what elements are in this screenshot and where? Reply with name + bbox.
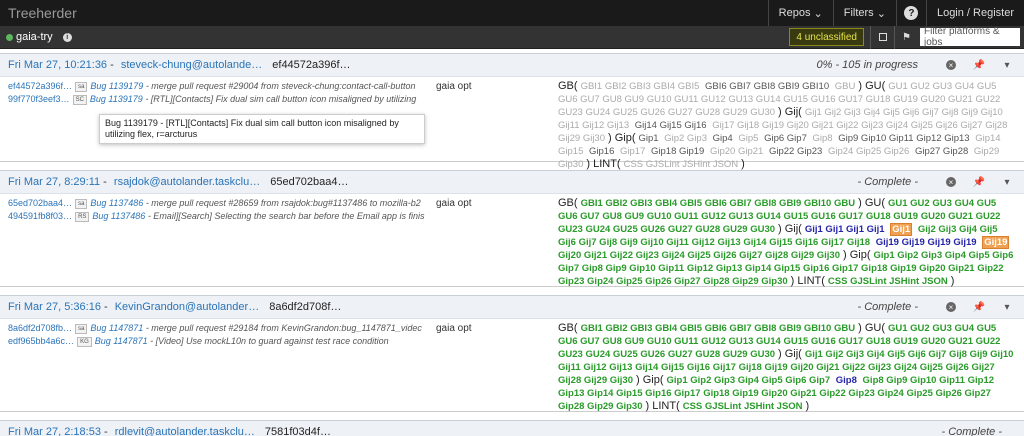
push-status: - Complete - [857, 176, 918, 188]
menu-button[interactable]: ▾ [998, 60, 1016, 71]
push-date-link[interactable]: Fri Mar 27, 8:29:11 [8, 176, 100, 188]
chevron-down-icon: ⌄ [876, 7, 886, 20]
close-icon: × [946, 177, 956, 187]
push-author-link[interactable]: KevinGrandon@autolander… [115, 301, 259, 313]
push-header: Fri Mar 27, 8:29:11 - rsajdok@autolander… [0, 170, 1024, 194]
brand-logo[interactable]: Treeherder [0, 5, 768, 21]
push-body: ef44572a396f… sa Bug 1139179 - merge pull … [0, 77, 1024, 171]
push-body: 65ed702baa4… sa Bug 1137486 - merge pull r… [0, 194, 1024, 288]
platform-name: gaia opt [436, 81, 472, 92]
cancel-button[interactable]: × [942, 302, 960, 312]
repo-bar: gaia-try i 4 unclassified ⚑ Filter platfo… [0, 25, 1024, 49]
author-initials-badge: sa [75, 324, 88, 334]
job-list: GB(GBI1 GBI2 GBI3 GBI4 GBI5 GBI6 GBI7 GB… [558, 322, 1014, 412]
author-initials-badge: SC [72, 95, 87, 105]
push-date-link[interactable]: Fri Mar 27, 10:21:36 [8, 59, 107, 71]
flag-button[interactable]: ⚑ [894, 25, 918, 49]
info-icon[interactable]: i [62, 32, 72, 42]
push: Fri Mar 27, 8:29:11 - rsajdok@autolander… [0, 170, 1024, 287]
pin-icon: 📌 [972, 59, 986, 71]
unclassified-button[interactable]: 4 unclassified [789, 28, 864, 46]
push: Fri Mar 27, 5:36:16 - KevinGrandon@autol… [0, 295, 1024, 412]
revision-hash-link[interactable]: 99f770f3eef3… [8, 94, 70, 104]
flag-icon: ⚑ [902, 31, 911, 43]
push-revision: 7581f03d4f… [264, 426, 331, 436]
pin-button[interactable]: 📌 [970, 60, 988, 71]
top-navbar: Treeherder Repos ⌄ Filters ⌄ ? Login / R… [0, 0, 1024, 26]
checkbox-toggle[interactable] [870, 25, 894, 49]
revision-hash-link[interactable]: 65ed702baa4… [8, 198, 72, 208]
platform-name: gaia opt [436, 323, 472, 334]
revision-hash-link[interactable]: 8a6df2d708fb… [8, 323, 72, 333]
revision-hash-link[interactable]: edf965bb4a6c… [8, 336, 74, 346]
caret-down-icon: ▾ [1004, 301, 1010, 313]
caret-down-icon: ▾ [1004, 176, 1010, 188]
status-dot-icon [6, 33, 13, 41]
repos-menu[interactable]: Repos ⌄ [767, 0, 833, 26]
push-header: Fri Mar 27, 2:18:53 - rdlevit@autolander… [0, 420, 1024, 436]
revision-item: edf965bb4a6c… KG Bug 1147871 - [Video] Use… [8, 336, 389, 347]
question-icon: ? [904, 6, 919, 20]
job-list: GB(GBI1 GBI2 GBI3 GBI4 GBI5 GBI6 GBI7 GB… [558, 197, 1014, 287]
revision-item: 99f770f3eef3… SC Bug 1139179 - [RTL][Conta… [8, 94, 417, 105]
author-initials-badge: sa [75, 82, 88, 92]
author-initials-badge: RS [75, 212, 90, 222]
menu-button[interactable]: ▾ [998, 302, 1016, 313]
push-author-link[interactable]: steveck-chung@autolande… [121, 59, 262, 71]
bug-link[interactable]: Bug 1147871 [95, 336, 148, 346]
bug-link[interactable]: Bug 1147871 [90, 323, 143, 333]
push-status: 0% - 105 in progress [816, 59, 919, 71]
close-icon: × [946, 302, 956, 312]
menu-button[interactable]: ▾ [998, 177, 1016, 188]
checkbox-icon [878, 33, 887, 41]
push-revision: 65ed702baa4… [270, 176, 349, 188]
revision-item: ef44572a396f… sa Bug 1139179 - merge pull … [8, 81, 416, 92]
filter-input[interactable]: Filter platforms & jobs [920, 26, 1020, 48]
bug-link[interactable]: Bug 1137486 [90, 198, 143, 208]
revision-list: 8a6df2d708fb… sa Bug 1147871 - merge pull … [0, 319, 428, 413]
push-status: - Complete - [857, 301, 918, 313]
bug-link[interactable]: Bug 1137486 [92, 211, 145, 221]
help-button[interactable]: ? [895, 0, 926, 26]
push-author-link[interactable]: rdlevit@autolander.taskclu… [115, 426, 255, 436]
author-initials-badge: KG [77, 337, 92, 347]
platform-name: gaia opt [436, 198, 472, 209]
login-button[interactable]: Login / Register [925, 0, 1024, 26]
revision-hash-link[interactable]: 494591fb8f03… [8, 211, 72, 221]
pin-icon: 📌 [972, 301, 986, 313]
bug-link[interactable]: Bug 1139179 [90, 94, 143, 104]
author-initials-badge: sa [75, 199, 88, 209]
pin-button[interactable]: 📌 [970, 177, 988, 188]
revision-item: 8a6df2d708fb… sa Bug 1147871 - merge pull … [8, 323, 422, 334]
push: Fri Mar 27, 2:18:53 - rdlevit@autolander… [0, 420, 1024, 436]
job-list: GB(GBI1 GBI2 GBI3 GBI4 GBI5 GBI6 GBI7 GB… [558, 80, 1008, 170]
cancel-button[interactable]: × [942, 177, 960, 187]
push-header: Fri Mar 27, 5:36:16 - KevinGrandon@autol… [0, 295, 1024, 319]
push-body: 8a6df2d708fb… sa Bug 1147871 - merge pull … [0, 319, 1024, 413]
push-date-link[interactable]: Fri Mar 27, 2:18:53 [8, 426, 101, 436]
pin-button[interactable]: 📌 [970, 302, 988, 313]
revision-item: 65ed702baa4… sa Bug 1137486 - merge pull r… [8, 198, 421, 209]
revision-hash-link[interactable]: ef44572a396f… [8, 81, 72, 91]
chevron-down-icon: ⌄ [813, 7, 823, 20]
push-date-link[interactable]: Fri Mar 27, 5:36:16 [8, 301, 101, 313]
caret-down-icon: ▾ [1004, 59, 1010, 71]
revision-item: 494591fb8f03… RS Bug 1137486 - Email][Sear… [8, 211, 425, 222]
bug-tooltip: Bug 1139179 - [RTL][Contacts] Fix dual s… [99, 114, 425, 144]
close-icon: × [946, 60, 956, 70]
pin-icon: 📌 [972, 176, 986, 188]
filters-menu[interactable]: Filters ⌄ [832, 0, 896, 26]
cancel-button[interactable]: × [942, 60, 960, 70]
push: Fri Mar 27, 10:21:36 - steveck-chung@aut… [0, 53, 1024, 170]
revision-list: 65ed702baa4… sa Bug 1137486 - merge pull r… [0, 194, 428, 288]
push-header: Fri Mar 27, 10:21:36 - steveck-chung@aut… [0, 53, 1024, 77]
push-status: - Complete - [941, 426, 1002, 436]
push-revision: 8a6df2d708f… [269, 301, 342, 313]
push-revision: ef44572a396f… [272, 59, 351, 71]
repo-name[interactable]: gaia-try i [0, 31, 78, 43]
push-author-link[interactable]: rsajdok@autolander.taskclu… [114, 176, 260, 188]
bug-link[interactable]: Bug 1139179 [90, 81, 143, 91]
